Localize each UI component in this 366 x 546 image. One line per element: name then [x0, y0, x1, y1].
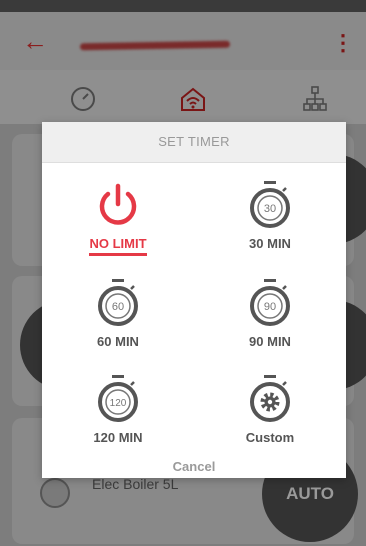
timer-option-label: NO LIMIT [89, 236, 147, 256]
timer-option-label: 60 MIN [97, 334, 139, 349]
stopwatch-value: 90 [264, 301, 276, 313]
app-header: ← ⋮ [0, 12, 366, 70]
plug-icon [40, 478, 70, 508]
timer-option-label: 30 MIN [249, 236, 291, 251]
tab-network[interactable] [300, 84, 330, 114]
timer-option-120[interactable]: 120 120 MIN [42, 372, 194, 447]
timer-option-custom[interactable]: Custom [194, 372, 346, 447]
timer-option-label: Custom [245, 430, 295, 445]
network-icon [303, 86, 327, 111]
set-timer-dialog: SET TIMER NO LIMIT 30 30 MIN 60 60 MIN 9… [42, 122, 346, 478]
timer-option-label: 120 MIN [93, 430, 143, 445]
app-title-obscured [79, 40, 231, 51]
back-arrow-icon[interactable]: ← [22, 28, 48, 54]
timer-option-60[interactable]: 60 60 MIN [42, 276, 194, 351]
gauge-icon [71, 87, 95, 111]
timer-option-30[interactable]: 30 30 MIN [194, 178, 346, 253]
stopwatch-icon: 90 [250, 279, 290, 326]
timer-option-label: 90 MIN [249, 334, 291, 349]
stopwatch-value: 60 [112, 301, 124, 313]
mode-label: AUTO [286, 484, 334, 503]
status-bar [0, 0, 366, 12]
stopwatch-icon: 60 [98, 279, 138, 326]
stopwatch-icon: 120 [98, 375, 138, 422]
tab-home[interactable] [178, 84, 208, 114]
dialog-title: SET TIMER [42, 122, 346, 163]
stopwatch-value: 120 [110, 398, 127, 409]
device-name: Elec Boiler 5L [92, 476, 179, 492]
home-wifi-icon [181, 87, 205, 111]
stopwatch-value: 30 [264, 203, 276, 215]
timer-option-90[interactable]: 90 90 MIN [194, 276, 346, 351]
cancel-button[interactable]: Cancel [42, 459, 346, 474]
stopwatch-icon: 30 [250, 181, 290, 228]
more-vert-icon[interactable]: ⋮ [332, 32, 354, 54]
timer-option-no-limit[interactable]: NO LIMIT [42, 178, 194, 256]
tab-bar [0, 70, 366, 124]
tab-gauge[interactable] [68, 84, 98, 114]
power-icon [99, 183, 137, 225]
gear-stopwatch-icon [250, 375, 290, 422]
